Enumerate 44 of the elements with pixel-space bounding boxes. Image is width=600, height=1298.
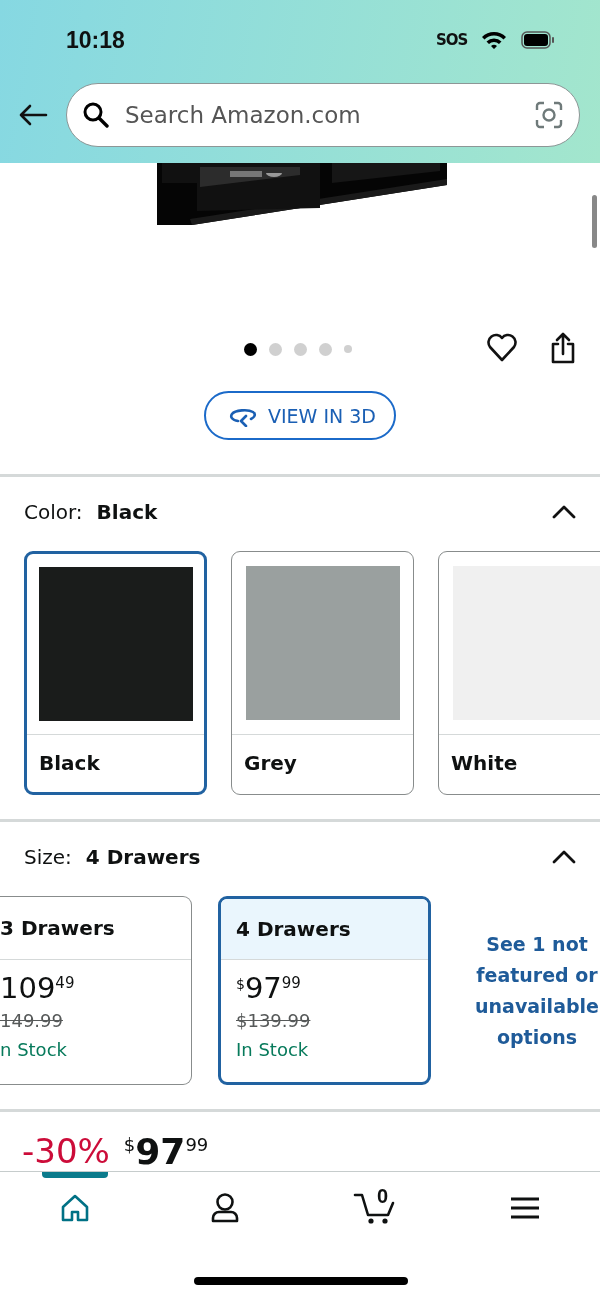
page-dot[interactable] (344, 345, 352, 353)
list-price: 149.99 (0, 1010, 64, 1031)
color-name: White (450, 750, 519, 775)
menu-icon (510, 1196, 540, 1220)
person-icon (210, 1192, 240, 1224)
wifi-icon (481, 30, 508, 50)
search-input[interactable]: Search Amazon.com (123, 101, 521, 129)
size-name: 3 Drawers (0, 897, 191, 960)
collapse-chevron-icon[interactable] (552, 505, 576, 519)
share-icon[interactable] (550, 332, 576, 364)
option-label: Color: (24, 500, 83, 524)
signal-status: SOS (436, 31, 468, 49)
collapse-chevron-icon[interactable] (552, 850, 576, 864)
search-icon (83, 102, 109, 128)
selected-option: Black (96, 500, 552, 524)
heart-icon[interactable] (486, 332, 518, 362)
home-icon (60, 1193, 90, 1223)
nav-tab[interactable]: 0 (300, 1172, 450, 1244)
cart-count: 0 (377, 1185, 389, 1208)
battery-icon (521, 31, 556, 49)
availability: n Stock (0, 1039, 68, 1060)
page-dot[interactable] (294, 342, 307, 356)
discount-percent: -30% (22, 1134, 110, 1168)
page-dot[interactable] (319, 342, 332, 356)
color-name: Grey (243, 750, 298, 775)
page-dot[interactable] (269, 342, 282, 356)
cart-icon (353, 1191, 397, 1225)
page-dot[interactable] (244, 342, 257, 356)
status-time: 10:18 (66, 26, 126, 54)
color-option-card[interactable]: Black (24, 551, 207, 795)
camera-icon[interactable] (535, 101, 563, 129)
size-name: 4 Drawers (221, 899, 428, 960)
color-option-card[interactable]: Grey (231, 551, 414, 795)
view-in-3d-button[interactable]: VIEW IN 3D (204, 391, 396, 440)
availability: In Stock (236, 1039, 310, 1060)
list-price: $139.99 (236, 1010, 312, 1031)
option-label: Size: (24, 845, 72, 869)
search-bar[interactable]: Search Amazon.com (66, 83, 580, 147)
back-arrow-icon[interactable] (18, 103, 48, 127)
more-options-link[interactable]: See 1 not featured or unavailable options (475, 928, 599, 1053)
color-option-card[interactable]: White (438, 551, 600, 795)
selected-option: 4 Drawers (85, 845, 552, 869)
color-name: Black (38, 750, 101, 775)
scrollbar (592, 195, 597, 248)
